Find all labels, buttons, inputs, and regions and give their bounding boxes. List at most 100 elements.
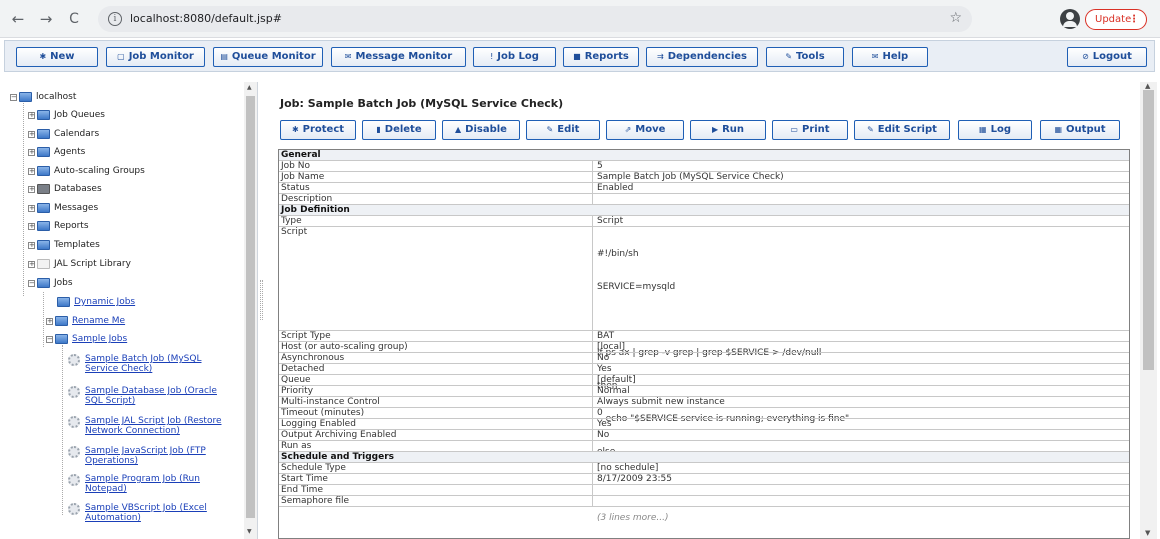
tree-leaf-job[interactable]: Sample Batch Job (MySQL Service Check) [68, 354, 248, 378]
new-button[interactable]: ✱ New [16, 47, 98, 67]
expand-toggle-icon[interactable]: + [28, 112, 35, 119]
property-name: Job Name [281, 172, 593, 182]
expand-toggle-icon[interactable]: + [28, 223, 35, 230]
dependencies-button[interactable]: ⇉ Dependencies [646, 47, 758, 67]
tree-leaf-link[interactable]: Sample Program Job (Run Notepad) [85, 474, 245, 494]
scroll-down-arrow-icon[interactable]: ▼ [1145, 529, 1150, 537]
site-info-icon[interactable]: i [108, 12, 122, 26]
script-more-lines[interactable]: (3 lines more...) [597, 513, 1127, 524]
tree-node-jobs[interactable]: − Jobs [28, 278, 238, 292]
scroll-up-arrow-icon[interactable]: ▲ [1145, 82, 1150, 90]
reports-button[interactable]: ■ Reports [563, 47, 639, 67]
tools-button[interactable]: ✎ Tools [766, 47, 844, 67]
profile-avatar-icon[interactable] [1060, 9, 1080, 29]
expand-toggle-icon[interactable]: + [46, 318, 53, 325]
logout-button[interactable]: ⊘ Logout [1067, 47, 1147, 67]
tree-node-jal-script-library[interactable]: + JAL Script Library [28, 259, 238, 273]
jobs-folder-icon [37, 278, 50, 288]
edit-script-button[interactable]: ✎ Edit Script [854, 120, 950, 140]
expand-toggle-icon[interactable]: + [28, 205, 35, 212]
tree-node-rename-me[interactable]: + Rename Me [46, 316, 236, 330]
tree-leaf-job[interactable]: Sample JAL Script Job (Restore Network Co… [68, 416, 248, 440]
job-log-button[interactable]: ! Job Log [473, 47, 556, 67]
tree-node-databases[interactable]: + Databases [28, 184, 238, 198]
back-arrow-icon[interactable]: ← [8, 9, 28, 29]
tree-leaf-job[interactable]: Sample Program Job (Run Notepad) [68, 474, 248, 498]
protect-button[interactable]: ✱ Protect [280, 120, 356, 140]
tree-node-sample-jobs[interactable]: − Sample Jobs [46, 334, 236, 348]
tree-node-link[interactable]: Sample Jobs [72, 334, 127, 344]
tree-node-messages[interactable]: + Messages [28, 203, 238, 217]
address-bar-url[interactable]: localhost:8080/default.jsp# [130, 12, 282, 25]
table-row: Detached Yes [279, 364, 1129, 375]
disable-button[interactable]: ▲ Disable [442, 120, 520, 140]
main-scrollbar[interactable]: ▲ ▼ [1140, 82, 1157, 539]
tree-leaf-link[interactable]: Sample VBScript Job (Excel Automation) [85, 503, 245, 523]
table-row: Status Enabled [279, 183, 1129, 194]
tree-node-agents[interactable]: + Agents [28, 147, 238, 161]
property-value: Script [597, 216, 624, 226]
tree-node-reports[interactable]: + Reports [28, 221, 238, 235]
tree-node-link[interactable]: Dynamic Jobs [74, 297, 135, 307]
table-row: Start Time 8/17/2009 23:55 [279, 474, 1129, 485]
tree-leaf-link[interactable]: Sample JAL Script Job (Restore Network Co… [85, 416, 245, 436]
expand-toggle-icon[interactable]: + [28, 186, 35, 193]
address-bar[interactable]: i localhost:8080/default.jsp# ☆ [98, 6, 972, 32]
forward-arrow-icon[interactable]: → [36, 9, 56, 29]
collapse-toggle-icon[interactable]: − [10, 94, 17, 101]
log-button[interactable]: ▦ Log [958, 120, 1032, 140]
tree-connector [23, 96, 24, 296]
tree-leaf-link[interactable]: Sample Batch Job (MySQL Service Check) [85, 354, 245, 374]
scrollbar-thumb[interactable] [1143, 90, 1154, 370]
collapse-toggle-icon[interactable]: − [28, 280, 35, 287]
expand-toggle-icon[interactable]: + [28, 149, 35, 156]
tree-leaf-job[interactable]: Sample VBScript Job (Excel Automation) [68, 503, 248, 527]
output-button[interactable]: ▦ Output [1040, 120, 1120, 140]
property-name: Detached [281, 364, 593, 374]
delete-button[interactable]: ▮ Delete [362, 120, 436, 140]
print-button[interactable]: ▭ Print [772, 120, 848, 140]
messages-icon [37, 203, 50, 213]
tree-node-label: Calendars [54, 129, 100, 139]
table-row: Job No 5 [279, 161, 1129, 172]
pane-splitter-handle[interactable] [260, 280, 263, 320]
tree-node-localhost[interactable]: − localhost [10, 92, 240, 106]
agents-icon [37, 147, 50, 157]
tree-scrollbar[interactable]: ▲ ▼ [244, 82, 257, 539]
collapse-toggle-icon[interactable]: − [46, 336, 53, 343]
queue-monitor-button[interactable]: ▤ Queue Monitor [213, 47, 323, 67]
expand-toggle-icon[interactable]: + [28, 261, 35, 268]
move-button[interactable]: ⇗ Move [606, 120, 684, 140]
tree-node-link[interactable]: Rename Me [72, 316, 125, 326]
tree-leaf-link[interactable]: Sample JavaScript Job (FTP Operations) [85, 446, 245, 466]
scroll-up-arrow-icon[interactable]: ▲ [247, 84, 252, 91]
tree-leaf-link[interactable]: Sample Database Job (Oracle SQL Script) [85, 386, 245, 406]
tree-node-calendars[interactable]: + Calendars [28, 129, 238, 143]
help-button[interactable]: ✉ Help [852, 47, 928, 67]
scroll-down-arrow-icon[interactable]: ▼ [247, 528, 252, 535]
edit-button[interactable]: ✎ Edit [526, 120, 600, 140]
reload-icon[interactable]: C [64, 9, 84, 29]
protect-icon: ✱ [291, 125, 299, 134]
tree-leaf-job[interactable]: Sample JavaScript Job (FTP Operations) [68, 446, 248, 470]
job-monitor-icon: ▢ [117, 52, 125, 61]
expand-toggle-icon[interactable]: + [28, 242, 35, 249]
tree-connector [43, 292, 44, 347]
run-button[interactable]: ▶ Run [690, 120, 766, 140]
tree-node-job-queues[interactable]: + Job Queues [28, 110, 238, 124]
tree-node-templates[interactable]: + Templates [28, 240, 238, 254]
property-name: End Time [281, 485, 593, 495]
job-monitor-button[interactable]: ▢ Job Monitor [106, 47, 205, 67]
expand-toggle-icon[interactable]: + [28, 131, 35, 138]
message-monitor-button[interactable]: ✉ Message Monitor [331, 47, 466, 67]
scrollbar-thumb[interactable] [246, 96, 255, 518]
property-value: BAT [597, 331, 615, 341]
bookmark-star-icon[interactable]: ☆ [949, 10, 962, 26]
expand-toggle-icon[interactable]: + [28, 168, 35, 175]
navigation-tree: − localhost + Job Queues + Calendars + A… [10, 82, 258, 539]
tree-node-dynamic-jobs[interactable]: Dynamic Jobs [48, 297, 238, 311]
tree-leaf-job[interactable]: Sample Database Job (Oracle SQL Script) [68, 386, 248, 410]
update-button[interactable]: Update ⋮ [1085, 9, 1147, 30]
tree-node-auto-scaling-groups[interactable]: + Auto-scaling Groups [28, 166, 238, 180]
property-name: Semaphore file [281, 496, 593, 506]
